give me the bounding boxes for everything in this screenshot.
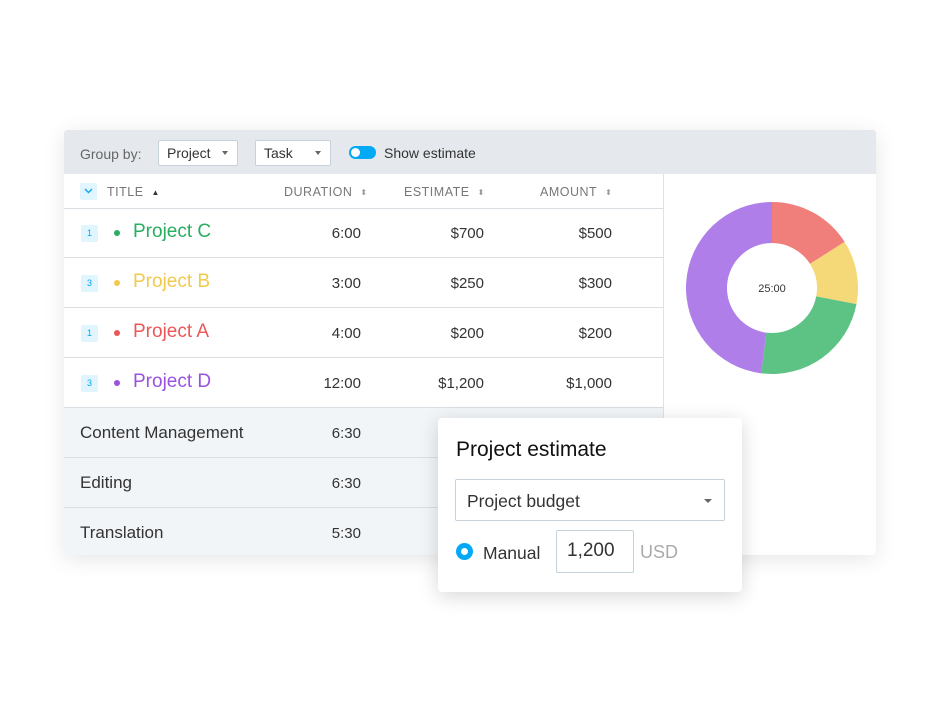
project-color-dot (114, 230, 120, 236)
popup-title: Project estimate (456, 438, 607, 461)
chevron-down-icon (84, 188, 93, 194)
project-row[interactable]: 1 Project A 4:00 $200 $200 (64, 308, 663, 358)
collapse-all-button[interactable] (80, 183, 97, 200)
estimate-type-select[interactable]: Project budget (455, 479, 725, 521)
duration-cell: 6:00 (331, 225, 361, 242)
estimate-cell: $200 (450, 325, 484, 342)
group-by-project-value: Project (167, 145, 211, 161)
project-color-dot (114, 330, 120, 336)
column-title[interactable]: TITLE ▲ (107, 185, 159, 199)
duration-cell: 5:30 (331, 525, 361, 542)
duration-cell: 3:00 (331, 275, 361, 292)
amount-cell: $300 (578, 275, 612, 292)
donut-chart: 25:00 (686, 202, 858, 374)
project-row[interactable]: 1 Project C 6:00 $700 $500 (64, 208, 663, 258)
entry-count-badge[interactable]: 1 (81, 325, 98, 342)
radio-dot (461, 548, 468, 555)
group-by-project-select[interactable]: Project (158, 140, 238, 166)
toggle-knob (351, 148, 360, 157)
group-by-label: Group by: (80, 146, 142, 162)
entry-count-badge[interactable]: 3 (81, 275, 98, 292)
estimate-cell: $1,200 (438, 375, 484, 392)
project-name: Project D (133, 371, 212, 392)
project-row[interactable]: 3 Project B 3:00 $250 $300 (64, 258, 663, 308)
amount-cell: $200 (578, 325, 612, 342)
estimate-cell: $700 (450, 225, 484, 242)
task-group-name: Editing (80, 473, 132, 492)
task-group-name: Translation (80, 523, 164, 542)
chevron-down-icon (315, 151, 321, 155)
sort-icon: ▲ (151, 188, 160, 197)
column-title-label: TITLE (107, 185, 144, 199)
project-name: Project C (133, 221, 212, 242)
group-by-task-value: Task (264, 145, 293, 161)
project-name: Project A (133, 321, 210, 342)
manual-radio-label[interactable]: Manual (483, 543, 540, 564)
estimate-cell: $250 (450, 275, 484, 292)
task-group-name: Content Management (80, 423, 244, 442)
show-estimate-toggle[interactable] (349, 146, 376, 159)
estimate-type-value: Project budget (467, 491, 580, 511)
donut-center-label: 25:00 (758, 283, 786, 295)
currency-label: USD (640, 542, 679, 562)
project-color-dot (114, 280, 120, 286)
sort-icon: ⬍ (477, 188, 485, 197)
chevron-down-icon (222, 151, 228, 155)
budget-amount-input[interactable]: 1,200 (556, 530, 634, 573)
entry-count-badge[interactable]: 3 (81, 375, 98, 392)
duration-cell: 6:30 (331, 425, 361, 442)
sort-icon: ⬍ (605, 188, 612, 197)
entry-count-badge[interactable]: 1 (81, 225, 98, 242)
duration-cell: 6:30 (331, 475, 361, 492)
project-color-dot (114, 380, 120, 386)
group-by-task-select[interactable]: Task (255, 140, 331, 166)
project-estimate-popup: Project estimate Project budget Manual 1… (438, 418, 742, 592)
amount-cell: $1,000 (566, 375, 612, 392)
column-amount[interactable]: AMOUNT ⬍ (540, 185, 612, 199)
project-row[interactable]: 3 Project D 12:00 $1,200 $1,000 (64, 358, 663, 408)
chevron-down-icon (704, 499, 712, 503)
project-name: Project B (133, 271, 211, 292)
column-amount-label: AMOUNT (540, 185, 598, 199)
show-estimate-label: Show estimate (384, 145, 476, 161)
column-duration[interactable]: DURATION ⬍ (284, 185, 367, 199)
amount-cell: $500 (578, 225, 612, 242)
manual-radio[interactable] (456, 543, 473, 560)
duration-cell: 12:00 (323, 375, 361, 392)
column-duration-label: DURATION (284, 185, 353, 199)
sort-icon: ⬍ (360, 188, 368, 197)
column-estimate-label: ESTIMATE (404, 185, 470, 199)
toolbar: Group by: Project Task Show estimate (64, 130, 876, 174)
donut-slice-3[interactable] (761, 296, 857, 374)
column-estimate[interactable]: ESTIMATE ⬍ (404, 185, 484, 199)
duration-cell: 4:00 (331, 325, 361, 342)
table-header: TITLE ▲ DURATION ⬍ ESTIMATE ⬍ AMOUNT ⬍ (64, 174, 663, 209)
